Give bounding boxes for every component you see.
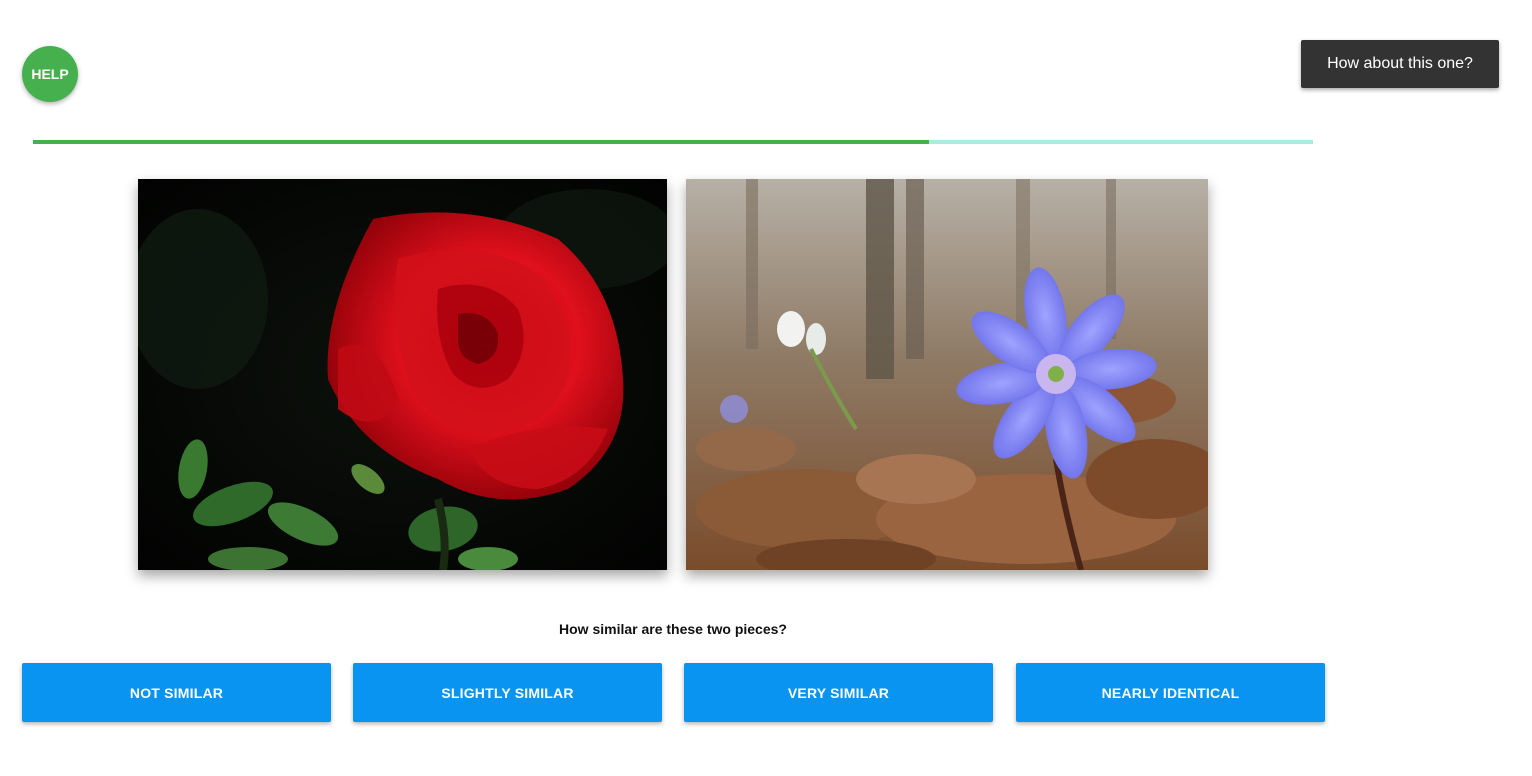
progress-bar bbox=[33, 140, 1313, 144]
progress-bar-fill bbox=[33, 140, 929, 144]
artwork-left-image bbox=[138, 179, 667, 570]
help-button[interactable]: HELP bbox=[22, 46, 78, 102]
slightly-similar-button[interactable]: SLIGHTLY SIMILAR bbox=[353, 663, 662, 722]
next-pair-button[interactable]: How about this one? bbox=[1301, 40, 1499, 88]
very-similar-button[interactable]: VERY SIMILAR bbox=[684, 663, 993, 722]
page: HELP How about this one? How similar are… bbox=[0, 0, 1532, 776]
similarity-question: How similar are these two pieces? bbox=[559, 621, 787, 637]
not-similar-button[interactable]: NOT SIMILAR bbox=[22, 663, 331, 722]
artwork-right-image bbox=[686, 179, 1208, 570]
nearly-identical-button[interactable]: NEARLY IDENTICAL bbox=[1016, 663, 1325, 722]
